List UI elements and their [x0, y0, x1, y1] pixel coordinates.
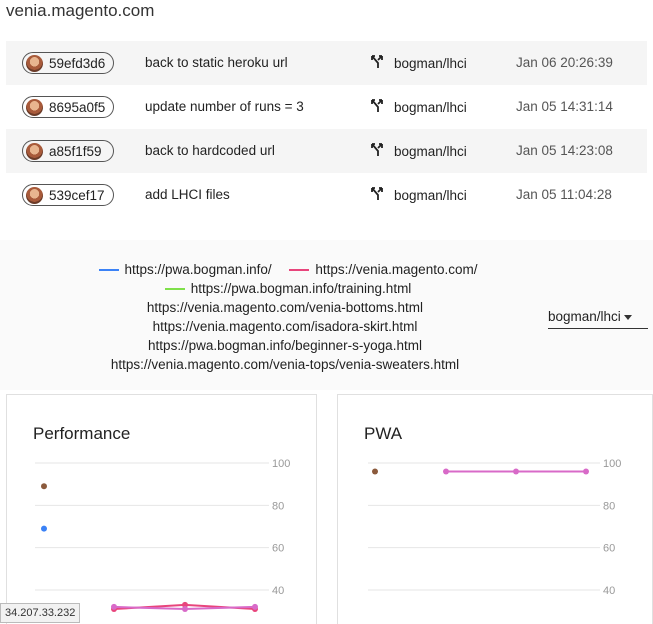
- commit-repo: bogman/lhci: [394, 100, 467, 115]
- author-avatar: [26, 186, 43, 204]
- branch-icon: [371, 143, 383, 156]
- commit-row[interactable]: 59efd3d6 back to static heroku url bogma…: [6, 41, 647, 85]
- data-point: [41, 525, 47, 532]
- data-point: [372, 468, 378, 475]
- author-avatar: [26, 142, 43, 160]
- legend-item[interactable]: https://pwa.bogman.info/beginner-s-yoga.…: [20, 336, 550, 355]
- commit-row[interactable]: 8695a0f5 update number of runs = 3 bogma…: [6, 85, 647, 129]
- y-tick-label: 40: [603, 585, 615, 597]
- branch-icon: [371, 99, 383, 112]
- data-point: [41, 483, 47, 490]
- commit-message: update number of runs = 3: [145, 99, 304, 114]
- performance-card: Performance 100 80 60 40: [6, 394, 317, 624]
- commit-repo: bogman/lhci: [394, 56, 467, 71]
- commit-repo: bogman/lhci: [394, 188, 467, 203]
- commit-time: Jan 05 14:31:14: [516, 99, 613, 114]
- y-tick-label: 60: [272, 543, 284, 555]
- commit-time: Jan 05 11:04:28: [516, 187, 612, 202]
- data-point: [252, 603, 258, 610]
- branch-icon: [371, 187, 383, 200]
- site-title: venia.magento.com: [6, 1, 155, 20]
- branch-icon: [371, 55, 383, 68]
- data-point: [443, 468, 449, 475]
- y-tick-label: 80: [603, 500, 615, 512]
- commit-hash: 59efd3d6: [49, 55, 106, 71]
- y-tick-label: 100: [603, 458, 621, 470]
- legend-item[interactable]: https://venia.magento.com/: [275, 260, 477, 279]
- legend-swatch: [164, 288, 185, 291]
- legend-swatch: [289, 269, 310, 272]
- pwa-card: PWA 100 80 60 40: [337, 394, 653, 624]
- commit-hash: 8695a0f5: [49, 99, 106, 115]
- commit-row[interactable]: a85f1f59 back to hardcoded url bogman/lh…: [6, 129, 647, 173]
- author-avatar: [26, 54, 43, 72]
- legend-label: https://pwa.bogman.info/training.html: [190, 281, 412, 296]
- commit-hash: 539cef17: [49, 187, 105, 203]
- commit-hash: a85f1f59: [49, 143, 102, 159]
- data-point: [111, 603, 117, 610]
- commit-message: add LHCI files: [145, 187, 230, 202]
- legend-item[interactable]: https://venia.magento.com/venia-bottoms.…: [20, 298, 550, 317]
- caret-down-icon: [623, 314, 632, 320]
- commit-hash-pill[interactable]: 539cef17: [22, 184, 114, 206]
- legend-item[interactable]: https://venia.magento.com/venia-tops/ven…: [20, 355, 550, 374]
- commit-message: back to static heroku url: [145, 55, 288, 70]
- commit-message: back to hardcoded url: [145, 143, 275, 158]
- data-point: [182, 606, 188, 613]
- commit-time: Jan 05 14:23:08: [516, 143, 613, 158]
- branch-select[interactable]: bogman/lhci: [548, 309, 648, 329]
- commit-hash-pill[interactable]: 8695a0f5: [22, 96, 114, 118]
- commit-repo: bogman/lhci: [394, 144, 467, 159]
- legend-label: https://venia.magento.com/: [315, 262, 478, 277]
- pwa-chart: 100 80 60 40: [368, 458, 621, 597]
- commit-row[interactable]: 539cef17 add LHCI files bogman/lhci Jan …: [6, 173, 647, 217]
- y-tick-label: 100: [272, 458, 290, 470]
- data-point: [513, 468, 519, 475]
- y-tick-label: 80: [272, 500, 284, 512]
- y-tick-label: 40: [272, 585, 284, 597]
- legend-swatch: [98, 269, 119, 272]
- data-point: [583, 468, 589, 475]
- author-avatar: [26, 98, 43, 116]
- legend-label: https://pwa.bogman.info/: [124, 262, 272, 277]
- branch-select-value: bogman/lhci: [548, 309, 621, 324]
- commit-hash-pill[interactable]: a85f1f59: [22, 140, 114, 162]
- commit-list: 59efd3d6 back to static heroku url bogma…: [6, 41, 647, 217]
- commit-hash-pill[interactable]: 59efd3d6: [22, 52, 114, 74]
- performance-chart: 100 80 60 40: [35, 458, 290, 613]
- legend-item[interactable]: https://venia.magento.com/isadora-skirt.…: [20, 317, 550, 336]
- legend-area: https://pwa.bogman.info/ https://venia.m…: [0, 240, 653, 390]
- y-tick-label: 60: [603, 543, 615, 555]
- ip-address-box: 34.207.33.232: [0, 603, 81, 623]
- url-legend: https://pwa.bogman.info/ https://venia.m…: [20, 260, 550, 374]
- legend-item[interactable]: https://pwa.bogman.info/: [93, 260, 272, 279]
- legend-item[interactable]: https://pwa.bogman.info/training.html: [159, 279, 412, 298]
- commit-time: Jan 06 20:26:39: [516, 55, 613, 70]
